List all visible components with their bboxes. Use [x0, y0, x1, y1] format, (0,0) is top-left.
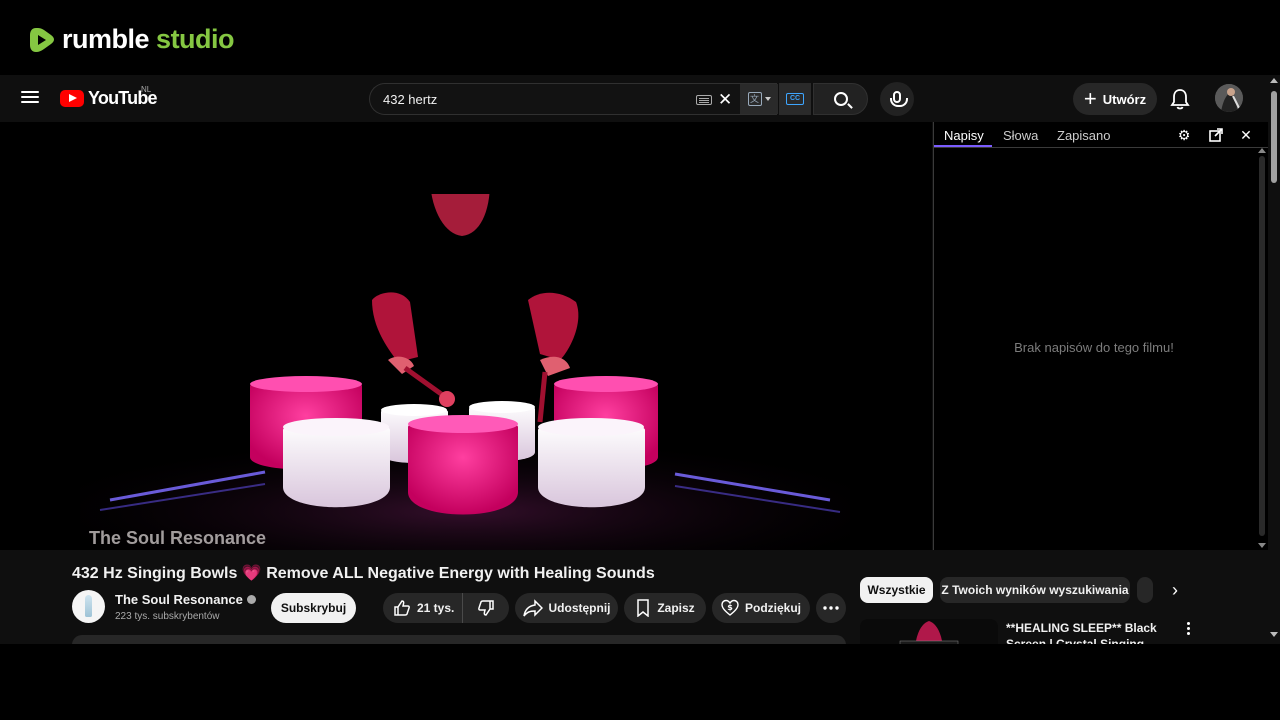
save-button[interactable]: Zapisz: [624, 593, 706, 623]
search-icon: [833, 92, 848, 106]
chevron-right-icon[interactable]: ›: [1165, 579, 1185, 601]
dislike-button[interactable]: [463, 593, 509, 623]
cc-search-icon[interactable]: CC: [779, 83, 811, 115]
description-box[interactable]: [72, 635, 846, 644]
create-button[interactable]: + Utwórz: [1073, 83, 1157, 115]
search-button[interactable]: [813, 83, 868, 115]
transcript-tabs: Napisy Słowa Zapisano ⚙ ✕: [934, 122, 1269, 148]
like-count: 21 tys.: [417, 601, 455, 615]
more-icon[interactable]: [1182, 620, 1194, 638]
tab-zapisano[interactable]: Zapisano: [1057, 128, 1110, 143]
video-frame: [0, 122, 932, 550]
youtube-window: YouTube NL 432 hertz ✕ 文 CC + Utwórz The…: [0, 75, 1280, 644]
active-tab-indicator: [934, 145, 992, 147]
youtube-logo[interactable]: YouTube NL: [60, 85, 158, 109]
create-label: Utwórz: [1102, 91, 1147, 107]
rumble-play-icon: [30, 27, 54, 52]
bell-icon[interactable]: [1169, 87, 1191, 111]
popout-icon[interactable]: [1208, 127, 1224, 143]
menu-icon[interactable]: [19, 88, 41, 110]
recommendation-thumbnail[interactable]: [860, 619, 998, 644]
page-scroll-down-arrow[interactable]: [1270, 632, 1278, 637]
masthead: YouTube NL 432 hertz ✕ 文 CC + Utwórz: [0, 75, 1268, 122]
search-box[interactable]: 432 hertz ✕ 文: [369, 83, 778, 115]
svg-text:$: $: [727, 603, 733, 612]
rumble-logo: rumble studio: [30, 24, 235, 55]
subscriber-count: 223 tys. subskrybentów: [115, 611, 220, 622]
avatar[interactable]: [1215, 84, 1243, 112]
keyboard-icon[interactable]: [696, 95, 712, 105]
verified-icon: [246, 595, 256, 604]
close-icon[interactable]: ✕: [1238, 127, 1254, 143]
tab-napisy[interactable]: Napisy: [944, 128, 984, 143]
video-player[interactable]: The Soul Resonance: [0, 122, 932, 550]
heart-emoji: 💗: [241, 565, 262, 582]
recommendation-title[interactable]: **HEALING SLEEP** Black Screen | Crystal…: [1006, 620, 1174, 644]
transcript-panel: Napisy Słowa Zapisano ⚙ ✕ Brak napisów d…: [933, 122, 1269, 550]
chip-all[interactable]: Wszystkie: [860, 577, 933, 603]
chip-next-partial[interactable]: [1137, 577, 1153, 603]
channel-name[interactable]: The Soul Resonance: [115, 592, 256, 607]
mic-icon: [890, 91, 908, 107]
tab-slowa[interactable]: Słowa: [1003, 128, 1038, 143]
youtube-play-icon: [60, 90, 84, 107]
close-icon[interactable]: ✕: [718, 90, 732, 110]
video-title-main: 432 Hz Singing Bowls: [72, 565, 238, 582]
chip-from-your-search[interactable]: Z Twoich wyników wyszukiwania: [940, 577, 1130, 603]
rumble-wordmark: rumble studio: [62, 24, 235, 55]
like-dislike-group: 21 tys.: [383, 593, 509, 623]
translate-icon[interactable]: 文: [740, 84, 778, 114]
subscribe-button[interactable]: Subskrybuj: [271, 593, 356, 623]
thanks-icon: $: [721, 599, 739, 616]
page-scroll-thumb[interactable]: [1271, 91, 1277, 183]
thanks-button[interactable]: $ Podziękuj: [712, 593, 810, 623]
video-title: 432 Hz Singing Bowls 💗 Remove ALL Negati…: [72, 563, 655, 583]
like-button[interactable]: 21 tys.: [383, 593, 463, 623]
save-label: Zapisz: [657, 601, 695, 615]
more-actions-button[interactable]: [816, 593, 846, 623]
share-button[interactable]: Udostępnij: [515, 593, 618, 623]
thanks-label: Podziękuj: [744, 601, 801, 615]
plus-icon: +: [1083, 86, 1097, 111]
share-icon: [522, 599, 543, 617]
bookmark-icon: [637, 599, 650, 617]
page-scrollbar[interactable]: [1268, 75, 1280, 644]
video-watermark: The Soul Resonance: [89, 528, 267, 548]
gear-icon[interactable]: ⚙: [1176, 127, 1192, 143]
video-title-rest: Remove ALL Negative Energy with Healing …: [266, 565, 655, 582]
channel-avatar[interactable]: [72, 590, 105, 623]
thumbs-down-icon: [478, 600, 494, 616]
scroll-down-arrow[interactable]: [1258, 543, 1266, 548]
no-captions-message: Brak napisów do tego filmu!: [1014, 340, 1174, 355]
rumble-banner: rumble studio: [0, 0, 1280, 75]
search-input[interactable]: 432 hertz: [383, 92, 437, 107]
studio-brand-text: studio: [156, 24, 235, 54]
bottom-area: [0, 644, 1280, 720]
thumbs-up-icon: [394, 600, 410, 616]
panel-scroll-thumb[interactable]: [1259, 156, 1265, 536]
rumble-brand-text: rumble: [62, 24, 150, 54]
channel-name-text: The Soul Resonance: [115, 592, 243, 607]
voice-search-button[interactable]: [880, 82, 914, 116]
scroll-up-arrow[interactable]: [1258, 148, 1266, 153]
panel-scrollbar[interactable]: [1255, 148, 1269, 550]
share-label: Udostępnij: [548, 601, 611, 615]
region-code: NL: [141, 85, 152, 94]
more-icon: [823, 606, 839, 610]
page-scroll-up-arrow[interactable]: [1270, 78, 1278, 83]
